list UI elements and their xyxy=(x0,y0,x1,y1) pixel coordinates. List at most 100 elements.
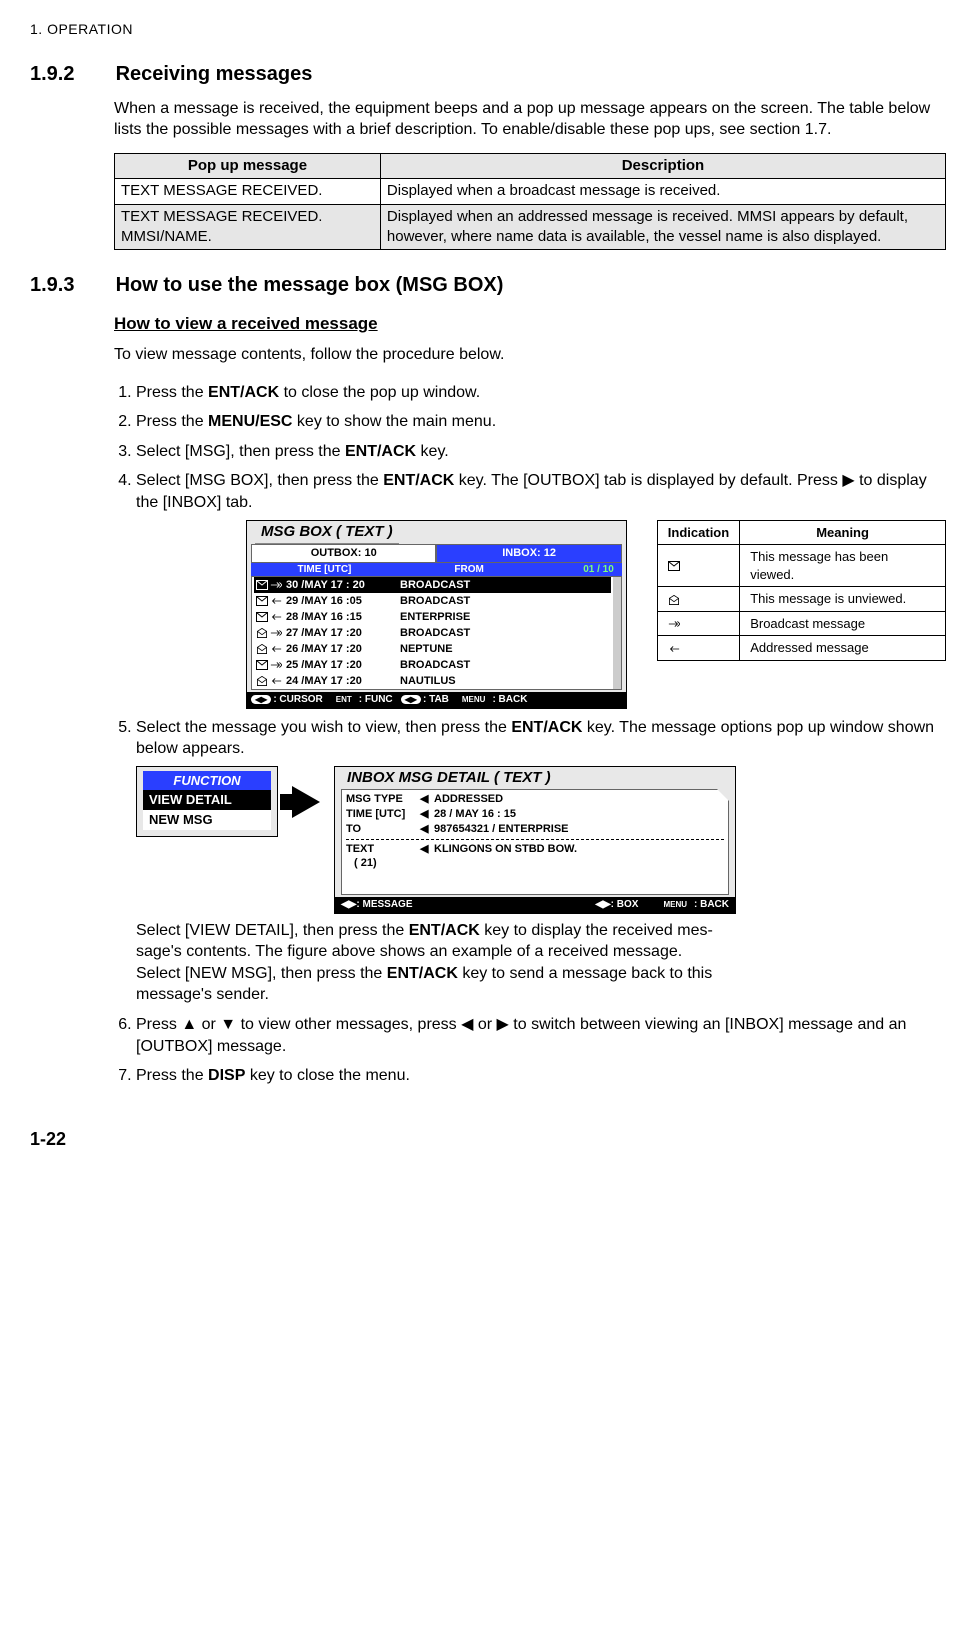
popup-message-table: Pop up message Description TEXT MESSAGE … xyxy=(114,153,946,250)
row-date: 24 /MAY 17 :20 xyxy=(286,674,396,689)
row-date: 28 /MAY 16 :15 xyxy=(286,610,396,625)
popup-r1c0: TEXT MESSAGE RECEIVED. MMSI/NAME. xyxy=(115,204,381,250)
step-5: Select the message you wish to view, the… xyxy=(136,717,946,1006)
popup-r0c0: TEXT MESSAGE RECEIVED. xyxy=(115,179,381,204)
procedure-steps: Press the ENT/ACK to close the pop up wi… xyxy=(114,382,946,1087)
row-date: 25 /MAY 17 :20 xyxy=(286,658,396,673)
new-msg-item[interactable]: NEW MSG xyxy=(143,810,271,830)
message-hint: ◀▶: MESSAGE xyxy=(341,898,413,912)
section-title: How to use the message box (MSG BOX) xyxy=(116,274,504,296)
text-label: TEXT xyxy=(346,842,416,857)
message-list[interactable]: 30 /MAY 17 : 20 BROADCAST 29 /MAY 16 :05 BR… xyxy=(252,577,613,689)
time-label: TIME [UTC] xyxy=(346,807,416,822)
function-popup: FUNCTION VIEW DETAIL NEW MSG xyxy=(136,766,278,837)
tab-hint: ◀▶: TAB xyxy=(401,693,449,707)
row-icons xyxy=(256,612,282,622)
box-hint: ◀▶: BOX xyxy=(595,898,638,912)
step-text: Press the xyxy=(136,413,208,430)
section-1-9-2-intro: When a message is received, the equipmen… xyxy=(114,98,946,141)
step-7: Press the DISP key to close the menu. xyxy=(136,1065,946,1087)
msg-box-footer: ◀▶: CURSOR ENT: FUNC ◀▶: TAB MENU: BACK xyxy=(247,692,626,708)
row-icons xyxy=(256,596,282,606)
section-title: Receiving messages xyxy=(116,63,313,85)
time-value: 28 / MAY 16 : 15 xyxy=(434,807,516,822)
row-icons xyxy=(256,580,282,590)
outbox-tab[interactable]: OUTBOX: 10 xyxy=(251,544,436,563)
step-text: Select the message you wish to view, the… xyxy=(136,719,511,736)
step-text: key to show the main menu. xyxy=(292,413,496,430)
row-date: 29 /MAY 16 :05 xyxy=(286,594,396,609)
step-text: Press the xyxy=(136,384,208,401)
detail-title: INBOX MSG DETAIL ( TEXT ) xyxy=(341,767,557,789)
row-date: 30 /MAY 17 : 20 xyxy=(286,578,396,593)
message-row[interactable]: 26 /MAY 17 :20 NEPTUNE xyxy=(254,641,611,657)
key-ent-ack: ENT/ACK xyxy=(383,472,454,489)
row-from: NAUTILUS xyxy=(400,674,609,689)
row-from: BROADCAST xyxy=(400,594,609,609)
popup-r1c1: Displayed when an addressed message is r… xyxy=(380,204,945,250)
section-1-9-2-heading: 1.9.2 Receiving messages xyxy=(30,61,946,88)
ind-r1: This message is unviewed. xyxy=(740,587,946,612)
view-intro: To view message contents, follow the pro… xyxy=(114,344,946,366)
col-page: 01 / 10 xyxy=(544,563,617,577)
section-number: 1.9.3 xyxy=(30,272,110,299)
inbox-tab[interactable]: INBOX: 12 xyxy=(436,544,621,563)
ind-th-indication: Indication xyxy=(657,520,739,545)
row-date: 27 /MAY 17 :20 xyxy=(286,626,396,641)
msg-type-value: ADDRESSED xyxy=(434,792,503,807)
step-text: key to close the menu. xyxy=(245,1067,410,1084)
col-time: TIME [UTC] xyxy=(255,563,394,577)
section-1-9-3-heading: 1.9.3 How to use the message box (MSG BO… xyxy=(30,272,946,299)
broadcast-arrow-icon xyxy=(657,611,739,636)
addressed-arrow-icon xyxy=(657,636,739,661)
message-row[interactable]: 29 /MAY 16 :05 BROADCAST xyxy=(254,593,611,609)
step-text: key. xyxy=(416,443,449,460)
step-text: Select [MSG BOX], then press the xyxy=(136,472,383,489)
row-icons xyxy=(256,660,282,670)
key-disp: DISP xyxy=(208,1067,245,1084)
ind-r0: This message has been viewed. xyxy=(740,545,946,587)
view-detail-item[interactable]: VIEW DETAIL xyxy=(143,790,271,810)
row-from: NEPTUNE xyxy=(400,642,609,657)
msg-box-screen: MSG BOX ( TEXT ) OUTBOX: 10 INBOX: 12 TI… xyxy=(246,520,627,709)
to-label: TO xyxy=(346,822,416,837)
row-from: BROADCAST xyxy=(400,578,609,593)
msg-box-title: MSG BOX ( TEXT ) xyxy=(255,521,399,544)
envelope-closed-icon xyxy=(657,545,739,587)
scrollbar[interactable] xyxy=(613,577,621,689)
step-5-continuation: Select [VIEW DETAIL], then press the ENT… xyxy=(136,920,946,1006)
back-hint: MENU: BACK xyxy=(658,898,729,912)
popup-th-desc: Description xyxy=(380,154,945,179)
text-index: ( 21) xyxy=(346,856,424,871)
row-date: 26 /MAY 17 :20 xyxy=(286,642,396,657)
message-row[interactable]: 30 /MAY 17 : 20 BROADCAST xyxy=(254,577,611,593)
row-icons xyxy=(256,628,282,638)
page-number: 1-22 xyxy=(30,1127,946,1151)
key-ent-ack: ENT/ACK xyxy=(511,719,582,736)
popup-r0c1: Displayed when a broadcast message is re… xyxy=(380,179,945,204)
row-from: BROADCAST xyxy=(400,658,609,673)
message-row[interactable]: 27 /MAY 17 :20BROADCAST xyxy=(254,625,611,641)
message-row[interactable]: 25 /MAY 17 :20 BROADCAST xyxy=(254,657,611,673)
message-row[interactable]: 28 /MAY 16 :15 ENTERPRISE xyxy=(254,609,611,625)
key-menu-esc: MENU/ESC xyxy=(208,413,292,430)
ind-th-meaning: Meaning xyxy=(740,520,946,545)
ind-r2: Broadcast message xyxy=(740,611,946,636)
message-row[interactable]: 24 /MAY 17 :20 NAUTILUS xyxy=(254,673,611,689)
section-number: 1.9.2 xyxy=(30,61,110,88)
step-text: Press the xyxy=(136,1067,208,1084)
func-hint: ENT: FUNC xyxy=(331,693,393,707)
inbox-detail-screen: INBOX MSG DETAIL ( TEXT ) MSG TYPE◀ADDRE… xyxy=(334,766,736,914)
row-icons xyxy=(256,644,282,654)
key-ent-ack: ENT/ACK xyxy=(208,384,279,401)
text-value: KLINGONS ON STBD BOW. xyxy=(434,842,577,857)
arrow-right-icon xyxy=(292,786,320,818)
indication-table: Indication Meaning This message has been… xyxy=(657,520,946,661)
function-title: FUNCTION xyxy=(143,771,271,791)
step-6: Press ▲ or ▼ to view other messages, pre… xyxy=(136,1014,946,1057)
row-from: ENTERPRISE xyxy=(400,610,609,625)
ind-r3: Addressed message xyxy=(740,636,946,661)
envelope-open-icon xyxy=(657,587,739,612)
step-1: Press the ENT/ACK to close the pop up wi… xyxy=(136,382,946,404)
running-header: 1. OPERATION xyxy=(30,20,946,39)
